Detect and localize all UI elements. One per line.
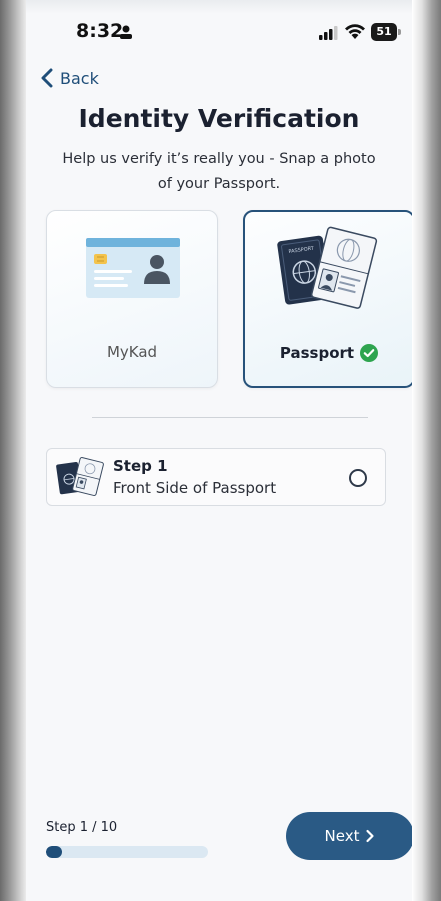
- step-status-radio[interactable]: [349, 469, 367, 487]
- next-label: Next: [324, 827, 360, 845]
- progress-bar: [46, 846, 208, 858]
- passport-label: Passport: [279, 344, 355, 362]
- check-circle-icon: [360, 344, 379, 362]
- id-card-icon: [86, 238, 180, 298]
- document-option-mykad[interactable]: MyKad: [46, 210, 218, 388]
- page-subtitle: Help us verify it’s really you - Snap a …: [62, 151, 376, 192]
- back-label: Back: [60, 68, 99, 88]
- wifi-icon: [345, 24, 365, 39]
- person-icon: [120, 25, 132, 39]
- back-button[interactable]: Back: [40, 66, 99, 90]
- top-fade: [26, 0, 412, 14]
- battery-level: 51: [371, 23, 397, 41]
- document-option-passport[interactable]: PASSPORT Passport: [243, 210, 412, 388]
- status-bar: 8:32 51: [26, 18, 412, 48]
- status-time: 8:32: [76, 20, 124, 42]
- progress-label: Step 1 / 10: [46, 820, 118, 835]
- document-option-label: MyKad: [47, 343, 217, 361]
- passport-icon: PASSPORT: [277, 226, 378, 309]
- battery-tip: [398, 29, 401, 35]
- app-screen: 8:32 51 Back Identity Verification Help …: [26, 0, 412, 901]
- battery-icon: 51: [371, 23, 401, 41]
- document-option-label: Passport: [245, 344, 412, 362]
- section-divider: [92, 417, 368, 418]
- next-button[interactable]: Next: [286, 812, 412, 860]
- step-description: Front Side of Passport: [113, 479, 277, 497]
- passport-thumbnail-icon: [56, 457, 104, 496]
- page-title: Identity Verification: [78, 104, 360, 133]
- signal-icon: [319, 26, 338, 40]
- step-item-1[interactable]: Step 1 Front Side of Passport: [46, 448, 386, 506]
- chevron-right-icon: [366, 829, 375, 843]
- chevron-left-icon: [41, 68, 53, 88]
- mykad-label: MyKad: [106, 343, 158, 361]
- progress-fill: [46, 846, 63, 858]
- step-title: Step 1: [113, 457, 168, 475]
